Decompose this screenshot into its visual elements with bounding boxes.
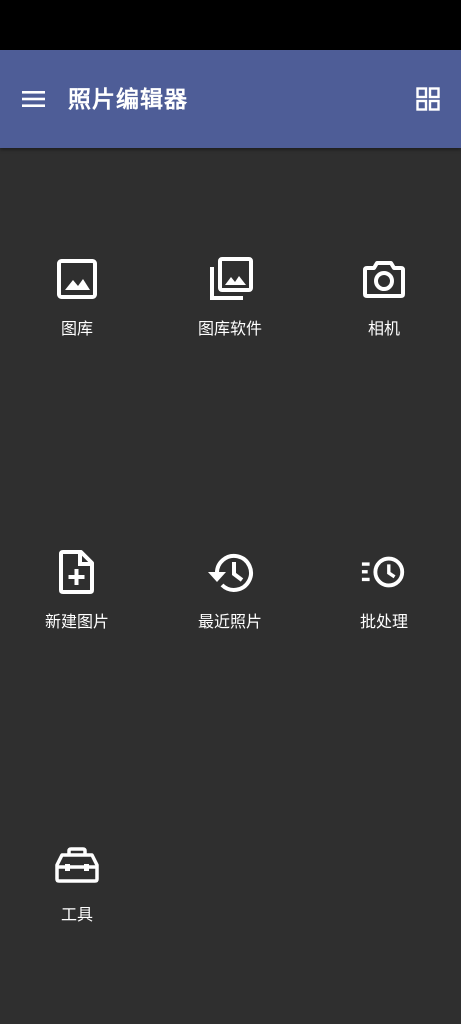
tile-label: 相机 [367,319,400,338]
history-icon [206,548,254,596]
camera-icon [360,255,408,303]
tile-label: 图库软件 [197,319,262,338]
grid-view-icon [416,87,440,111]
tile-batch[interactable]: 批处理 [309,548,459,658]
new-file-icon [53,548,101,596]
tile-label: 工具 [60,905,93,924]
tile-label: 批处理 [359,612,408,631]
status-bar [0,0,461,50]
tile-label: 图库 [60,319,93,338]
app-title: 照片编辑器 [68,87,188,113]
tile-label: 新建图片 [44,612,109,631]
tile-new-image[interactable]: 新建图片 [2,548,152,658]
grid-view-button[interactable] [408,79,448,119]
tile-gallery[interactable]: 图库 [2,255,152,365]
app-bar: 照片编辑器 [0,50,461,148]
screen: 照片编辑器 图库 图库软件 相机 新建图片 最近照片 批处理 工具 [0,0,461,1024]
tile-camera[interactable]: 相机 [309,255,459,365]
photo-library-icon [206,255,254,303]
tile-label: 最近照片 [197,612,262,631]
tile-gallery-app[interactable]: 图库软件 [155,255,305,365]
menu-button[interactable] [14,79,54,119]
menu-icon [21,88,47,110]
toolbox-icon [53,841,101,889]
tile-recent-photos[interactable]: 最近照片 [155,548,305,658]
batch-clock-icon [360,548,408,596]
image-icon [53,255,101,303]
tile-tools[interactable]: 工具 [2,841,152,951]
